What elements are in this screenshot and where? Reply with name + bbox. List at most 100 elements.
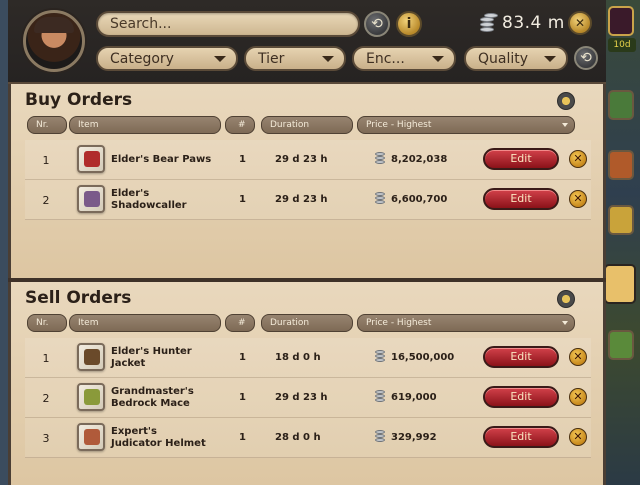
col-item[interactable]: Item	[69, 314, 221, 332]
col-item[interactable]: Item	[69, 116, 221, 134]
chest-icon[interactable]	[608, 205, 634, 235]
judicator-helmet-icon[interactable]	[77, 423, 105, 451]
row-price: 16,500,000	[391, 352, 455, 363]
silver-coins-icon	[478, 13, 498, 33]
col-nr[interactable]: Nr.	[27, 116, 67, 134]
row-price: 6,600,700	[391, 194, 448, 205]
reset-filters-icon[interactable]: ⟲	[574, 46, 598, 70]
hunter-jacket-icon[interactable]	[77, 343, 105, 371]
silver-coin-icon	[375, 390, 386, 402]
shadowcaller-icon[interactable]	[77, 185, 105, 213]
chevron-down-icon	[562, 321, 568, 325]
table-row[interactable]: 1 Elder's Hunter Jacket 1 18 d 0 h 16,50…	[25, 338, 591, 378]
silver-balance: 83.4 m	[478, 10, 565, 36]
col-price-label: Price - Highest	[366, 318, 432, 328]
edit-button[interactable]: Edit	[483, 386, 559, 408]
tier-dropdown[interactable]: Tier	[244, 46, 346, 71]
row-duration: 29 d 23 h	[275, 392, 328, 403]
market-header: Search... ⟲ i 83.4 m ✕ Category Tier Enc…	[8, 0, 606, 84]
refresh-sell-icon[interactable]	[557, 290, 575, 308]
row-quantity: 1	[239, 352, 246, 363]
silver-amount: 83.4 m	[502, 13, 565, 33]
row-quantity: 1	[239, 194, 246, 205]
row-price: 329,992	[391, 432, 437, 443]
category-dropdown[interactable]: Category	[96, 46, 238, 71]
row-nr: 3	[42, 432, 50, 445]
edit-button[interactable]: Edit	[483, 426, 559, 448]
col-price[interactable]: Price - Highest	[357, 314, 575, 332]
tools-icon[interactable]	[608, 330, 634, 360]
market-tab-icon[interactable]	[604, 264, 636, 304]
search-input[interactable]: Search...	[96, 11, 360, 37]
row-quantity: 1	[239, 432, 246, 443]
table-row[interactable]: 2 Elder's Shadowcaller 1 29 d 23 h 6,600…	[25, 180, 591, 220]
close-icon[interactable]: ✕	[568, 11, 592, 35]
edit-button[interactable]: Edit	[483, 148, 559, 170]
item-name: Elder's Bear Paws	[111, 154, 212, 165]
row-nr: 1	[42, 352, 50, 365]
edit-button[interactable]: Edit	[483, 346, 559, 368]
item-name: Elder's Shadowcaller	[111, 188, 187, 211]
silver-coin-icon	[375, 430, 386, 442]
row-nr: 2	[42, 194, 50, 207]
sell-orders-panel: Sell Orders Nr. Item # Duration Price - …	[8, 282, 606, 485]
row-duration: 28 d 0 h	[275, 432, 321, 443]
col-nr[interactable]: Nr.	[27, 314, 67, 332]
row-nr: 1	[42, 154, 50, 167]
table-row[interactable]: 1 Elder's Bear Paws 1 29 d 23 h 8,202,03…	[25, 140, 591, 180]
chevron-down-icon	[544, 56, 556, 62]
buy-orders-title: Buy Orders	[25, 90, 133, 110]
cancel-order-icon[interactable]: ✕	[569, 388, 587, 406]
game-world-left	[0, 0, 8, 485]
col-quantity[interactable]: #	[225, 314, 255, 332]
chevron-down-icon	[432, 56, 444, 62]
col-duration[interactable]: Duration	[261, 116, 353, 134]
row-price: 8,202,038	[391, 154, 448, 165]
item-name: Elder's Hunter Jacket	[111, 346, 192, 369]
player-avatar[interactable]	[23, 10, 85, 72]
row-nr: 2	[42, 392, 50, 405]
tier-label: Tier	[258, 51, 285, 67]
cancel-order-icon[interactable]: ✕	[569, 190, 587, 208]
col-price-label: Price - Highest	[366, 120, 432, 130]
bear-paws-icon[interactable]	[77, 145, 105, 173]
cancel-order-icon[interactable]: ✕	[569, 150, 587, 168]
enchantment-label: Enc...	[366, 51, 405, 67]
reset-search-icon[interactable]: ⟲	[364, 11, 390, 37]
table-row[interactable]: 3 Expert's Judicator Helmet 1 28 d 0 h 3…	[25, 418, 591, 458]
buy-orders-panel: Buy Orders Nr. Item # Duration Price - H…	[8, 84, 606, 278]
info-icon[interactable]: i	[396, 11, 422, 37]
chevron-down-icon	[562, 123, 568, 127]
cancel-order-icon[interactable]: ✕	[569, 348, 587, 366]
search-placeholder: Search...	[110, 16, 172, 32]
edit-button[interactable]: Edit	[483, 188, 559, 210]
quality-label: Quality	[478, 51, 529, 67]
chevron-down-icon	[322, 56, 334, 62]
sell-orders-title: Sell Orders	[25, 288, 132, 308]
row-quantity: 1	[239, 392, 246, 403]
map-icon[interactable]	[608, 90, 634, 120]
silver-coin-icon	[375, 192, 386, 204]
quality-dropdown[interactable]: Quality	[464, 46, 568, 71]
row-duration: 18 d 0 h	[275, 352, 321, 363]
silver-coin-icon	[375, 152, 386, 164]
enchantment-dropdown[interactable]: Enc...	[352, 46, 456, 71]
cancel-order-icon[interactable]: ✕	[569, 428, 587, 446]
row-duration: 29 d 23 h	[275, 154, 328, 165]
row-duration: 29 d 23 h	[275, 194, 328, 205]
col-duration[interactable]: Duration	[261, 314, 353, 332]
silver-coin-icon	[375, 350, 386, 362]
col-quantity[interactable]: #	[225, 116, 255, 134]
refresh-buy-icon[interactable]	[557, 92, 575, 110]
table-row[interactable]: 2 Grandmaster's Bedrock Mace 1 29 d 23 h…	[25, 378, 591, 418]
item-name: Grandmaster's Bedrock Mace	[111, 386, 194, 409]
game-world-right: 10d	[604, 0, 640, 485]
item-name: Expert's Judicator Helmet	[111, 426, 206, 449]
premium-badge: 10d	[608, 38, 636, 52]
col-price[interactable]: Price - Highest	[357, 116, 575, 134]
premium-icon[interactable]	[608, 6, 634, 36]
quest-icon[interactable]	[608, 150, 634, 180]
category-label: Category	[110, 51, 174, 67]
row-price: 619,000	[391, 392, 437, 403]
bedrock-mace-icon[interactable]	[77, 383, 105, 411]
